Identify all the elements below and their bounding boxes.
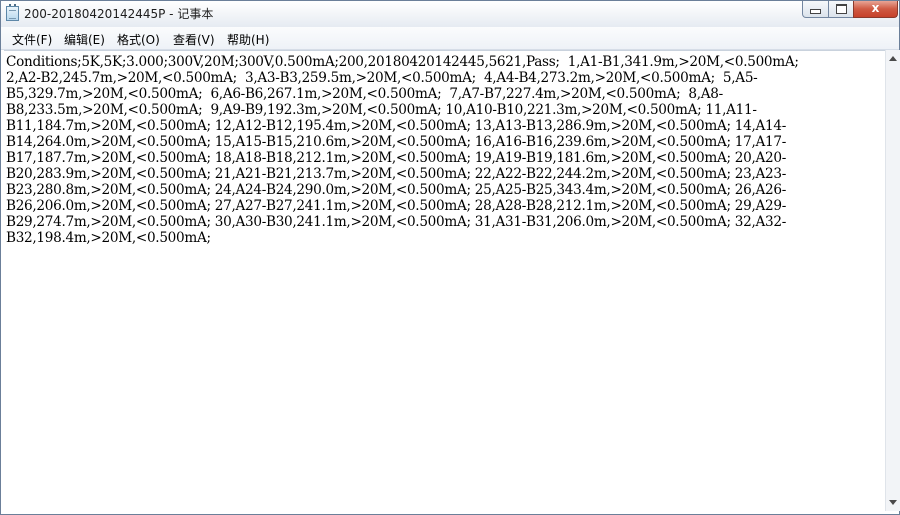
menu-edit[interactable]: 编辑(E) <box>64 31 105 48</box>
text-line-11: B29,274.7m,>20M,<0.500mA; 30,A30-B30,241… <box>6 214 787 230</box>
maximize-button[interactable] <box>828 1 854 18</box>
notepad-window: 200-20180420142445P - 记事本 x 文件(F) 编辑(E) … <box>0 0 900 515</box>
title-bar[interactable]: 200-20180420142445P - 记事本 x <box>1 1 899 27</box>
minimize-icon <box>810 9 821 14</box>
text-line-4: B8,233.5m,>20M,<0.500mA; 9,A9-B9,192.3m,… <box>6 102 757 118</box>
window-title: 200-20180420142445P - 记事本 <box>24 7 214 21</box>
text-line-10: B26,206.0m,>20M,<0.500mA; 27,A27-B27,241… <box>6 198 787 214</box>
scroll-down-icon[interactable] <box>889 500 897 505</box>
menu-file[interactable]: 文件(F) <box>12 31 52 48</box>
menu-bar: 文件(F) 编辑(E) 格式(O) 查看(V) 帮助(H) <box>1 27 899 50</box>
text-line-8: B20,283.9m,>20M,<0.500mA; 21,A21-B21,213… <box>6 166 787 182</box>
text-line-7: B17,187.7m,>20M,<0.500mA; 18,A18-B18,212… <box>6 150 787 166</box>
text-line-6: B14,264.0m,>20M,<0.500mA; 15,A15-B15,210… <box>6 134 787 150</box>
scroll-up-icon[interactable] <box>889 56 897 61</box>
document-text[interactable]: Conditions;5K,5K;3.000;300V,20M;300V,0.5… <box>4 51 886 249</box>
text-editor[interactable]: Conditions;5K,5K;3.000;300V,20M;300V,0.5… <box>4 50 886 512</box>
menu-help[interactable]: 帮助(H) <box>227 31 269 48</box>
text-line-3: B5,329.7m,>20M,<0.500mA; 6,A6-B6,267.1m,… <box>6 86 723 102</box>
menu-view[interactable]: 查看(V) <box>173 31 215 48</box>
text-line-2: 2,A2-B2,245.7m,>20M,<0.500mA; 3,A3-B3,25… <box>6 70 758 86</box>
text-line-9: B23,280.8m,>20M,<0.500mA; 24,A24-B24,290… <box>6 182 787 198</box>
minimize-button[interactable] <box>802 1 829 18</box>
close-icon: x <box>871 1 880 15</box>
text-line-12: B32,198.4m,>20M,<0.500mA; <box>6 230 211 246</box>
close-button[interactable]: x <box>853 1 898 18</box>
text-line-5: B11,184.7m,>20M,<0.500mA; 12,A12-B12,195… <box>6 118 787 134</box>
vertical-scrollbar[interactable] <box>885 50 900 511</box>
menu-format[interactable]: 格式(O) <box>117 31 160 48</box>
notepad-icon[interactable] <box>6 4 19 21</box>
maximize-icon <box>835 4 847 14</box>
text-line-1: Conditions;5K,5K;3.000;300V,20M;300V,0.5… <box>6 54 799 70</box>
